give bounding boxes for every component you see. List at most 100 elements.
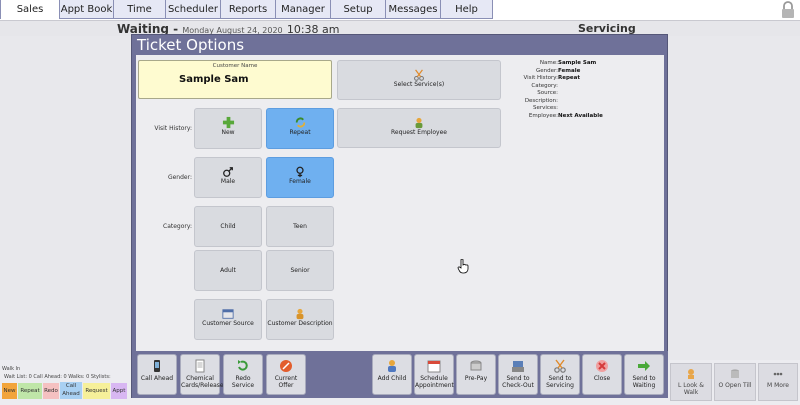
- schedule-appointment-label: Schedule Appointment: [415, 375, 454, 389]
- category-label: Category:: [163, 223, 192, 230]
- walk-in-label: Walk In: [2, 366, 21, 372]
- more-button[interactable]: M More: [758, 363, 798, 401]
- schedule-appointment-button[interactable]: Schedule Appointment: [414, 354, 454, 395]
- summary-name-key: Name:: [539, 60, 558, 66]
- close-button[interactable]: Close: [582, 354, 622, 395]
- summary-visit-value: Repeat: [558, 75, 580, 81]
- tab-manager[interactable]: Manager: [275, 0, 331, 19]
- send-to-servicing-button[interactable]: Send to Servicing: [540, 354, 580, 395]
- gender-male-label: Male: [220, 178, 236, 185]
- repeat-icon: [295, 117, 305, 128]
- chip-new[interactable]: New: [2, 383, 17, 399]
- send-to-checkout-button[interactable]: Send to Check-Out: [498, 354, 538, 395]
- arrow-right-icon: [638, 361, 650, 371]
- scissors-icon: [554, 359, 566, 373]
- call-ahead-label: Call Ahead: [140, 375, 174, 382]
- look-walk-label: L Look & Walk: [678, 382, 704, 396]
- tab-help[interactable]: Help: [440, 0, 493, 19]
- customer-name-field[interactable]: Customer Name Sample Sam: [138, 60, 332, 99]
- customer-name-value: Sample Sam: [179, 74, 249, 85]
- gender-female-button[interactable]: Female: [266, 157, 334, 198]
- current-offer-button[interactable]: Current Offer: [266, 354, 306, 395]
- gender-male-button[interactable]: Male: [194, 157, 262, 198]
- male-icon: [223, 167, 233, 177]
- send-to-servicing-label: Send to Servicing: [546, 375, 574, 389]
- call-ahead-button[interactable]: Call Ahead: [137, 354, 177, 395]
- visit-repeat-button[interactable]: Repeat: [266, 108, 334, 149]
- tab-setup[interactable]: Setup: [330, 0, 386, 19]
- dialog-footer: Call Ahead Chemical Cards/Release Redo S…: [132, 351, 668, 398]
- add-child-icon: [388, 360, 396, 372]
- tab-messages[interactable]: Messages: [385, 0, 441, 19]
- hand-cursor-icon: [457, 259, 469, 274]
- chip-request[interactable]: Request: [83, 383, 110, 399]
- customer-name-caption: Customer Name: [212, 63, 258, 69]
- open-till-icon: [731, 369, 739, 378]
- offer-icon: [280, 360, 292, 372]
- request-employee-button[interactable]: Request Employee: [337, 108, 501, 148]
- summary-gender-key: Gender:: [535, 67, 558, 74]
- send-to-waiting-button[interactable]: Send to Waiting: [624, 354, 664, 395]
- tab-scheduler[interactable]: Scheduler: [165, 0, 221, 19]
- summary-services-key: Services:: [532, 105, 558, 111]
- ticket-summary: Name: Sample Sam Gender: Female Visit Hist…: [504, 60, 603, 120]
- top-nav: Sales Appt Book Time Clock Scheduler Rep…: [0, 0, 800, 34]
- redo-service-label: Redo Service: [231, 375, 255, 389]
- send-to-waiting-label: Send to Waiting: [632, 375, 656, 389]
- more-label: M More: [767, 382, 789, 389]
- lock-icon[interactable]: [780, 1, 796, 19]
- coins-icon: [470, 360, 482, 371]
- source-icon: [222, 309, 234, 319]
- phone-icon: [154, 360, 160, 372]
- open-till-button[interactable]: O Open Till: [714, 363, 756, 401]
- look-walk-button[interactable]: L Look & Walk: [670, 363, 712, 401]
- request-employee-label: Request Employee: [391, 129, 447, 136]
- tab-sales[interactable]: Sales: [0, 0, 60, 19]
- close-label: Close: [593, 375, 611, 382]
- chemical-cards-button[interactable]: Chemical Cards/Release: [180, 354, 224, 395]
- summary-employee-value: Next Available: [558, 112, 603, 119]
- employee-icon: [415, 117, 423, 129]
- redo-service-button[interactable]: Redo Service: [223, 354, 263, 395]
- chip-repeat[interactable]: Repeat: [18, 383, 42, 399]
- select-services-button[interactable]: Select Service(s): [337, 60, 501, 100]
- customer-source-button[interactable]: Customer Source: [194, 299, 262, 340]
- select-services-label: Select Service(s): [393, 81, 445, 88]
- add-child-button[interactable]: Add Child: [372, 354, 412, 395]
- customer-description-label: Customer Description: [267, 320, 333, 327]
- tab-time-clock[interactable]: Time Clock: [113, 0, 166, 34]
- document-icon: [195, 359, 205, 373]
- category-adult-button[interactable]: Adult: [194, 250, 262, 291]
- chip-appt[interactable]: Appt: [111, 383, 127, 399]
- dialog-title: Ticket Options: [137, 36, 245, 54]
- look-walk-icon: [688, 369, 694, 379]
- close-icon: [596, 360, 608, 372]
- tab-appt-book[interactable]: Appt Book: [59, 0, 114, 19]
- customer-source-label: Customer Source: [202, 320, 254, 327]
- add-child-label: Add Child: [377, 375, 407, 382]
- register-icon: [512, 361, 524, 372]
- plus-icon: [222, 116, 234, 129]
- person-icon: [296, 308, 304, 320]
- category-teen-button[interactable]: Teen: [266, 206, 334, 247]
- ticket-options-dialog: Ticket Options Customer Name Sample Sam …: [131, 34, 668, 398]
- open-till-label: O Open Till: [718, 382, 752, 389]
- chip-call-ahead[interactable]: Call Ahead: [60, 382, 82, 399]
- pre-pay-button[interactable]: Pre-Pay: [456, 354, 496, 395]
- female-icon: [296, 166, 304, 178]
- chip-redo[interactable]: Redo: [43, 383, 59, 399]
- gender-label: Gender:: [167, 174, 192, 181]
- category-senior-button[interactable]: Senior: [266, 250, 334, 291]
- summary-name-value: Sample Sam: [558, 60, 597, 66]
- scissors-icon: [414, 69, 424, 81]
- customer-description-button[interactable]: Customer Description: [266, 299, 334, 340]
- summary-category-key: Category:: [531, 82, 558, 89]
- summary-source-key: Source:: [537, 90, 558, 96]
- chemical-cards-label: Chemical Cards/Release: [181, 375, 224, 389]
- visit-new-button[interactable]: New: [194, 108, 262, 149]
- send-to-checkout-label: Send to Check-Out: [502, 375, 534, 389]
- category-child-button[interactable]: Child: [194, 206, 262, 247]
- tab-reports[interactable]: Reports: [220, 0, 276, 19]
- summary-gender-value: Female: [558, 67, 581, 74]
- pre-pay-label: Pre-Pay: [464, 375, 488, 382]
